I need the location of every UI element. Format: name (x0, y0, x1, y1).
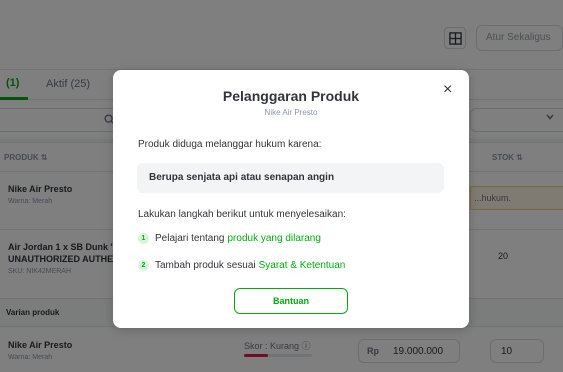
step-number: 1 (138, 233, 149, 244)
modal-subtitle: Nike Air Presto (264, 108, 318, 117)
violation-reason: Berupa senjata api atau senapan angin (137, 163, 444, 193)
step-number: 2 (138, 260, 149, 271)
modal-title: Pelanggaran Produk (222, 88, 360, 104)
violation-intro: Produk diduga melanggar hukum karena: (138, 139, 322, 150)
step-item: 1 Pelajari tentang produk yang dilarang (138, 233, 321, 244)
help-button[interactable]: Bantuan (234, 288, 348, 314)
close-icon[interactable]: × (443, 82, 452, 98)
prohibited-products-link[interactable]: produk yang dilarang (228, 233, 321, 244)
terms-link[interactable]: Syarat & Ketentuan (259, 260, 346, 271)
step-text: Pelajari tentang (155, 233, 225, 244)
step-item: 2 Tambah produk sesuai Syarat & Ketentua… (138, 260, 345, 271)
step-text: Tambah produk sesuai (155, 260, 256, 271)
steps-title: Lakukan langkah berikut untuk menyelesai… (138, 209, 346, 220)
violation-modal: Pelanggaran Produk Nike Air Presto × Pro… (113, 70, 469, 328)
